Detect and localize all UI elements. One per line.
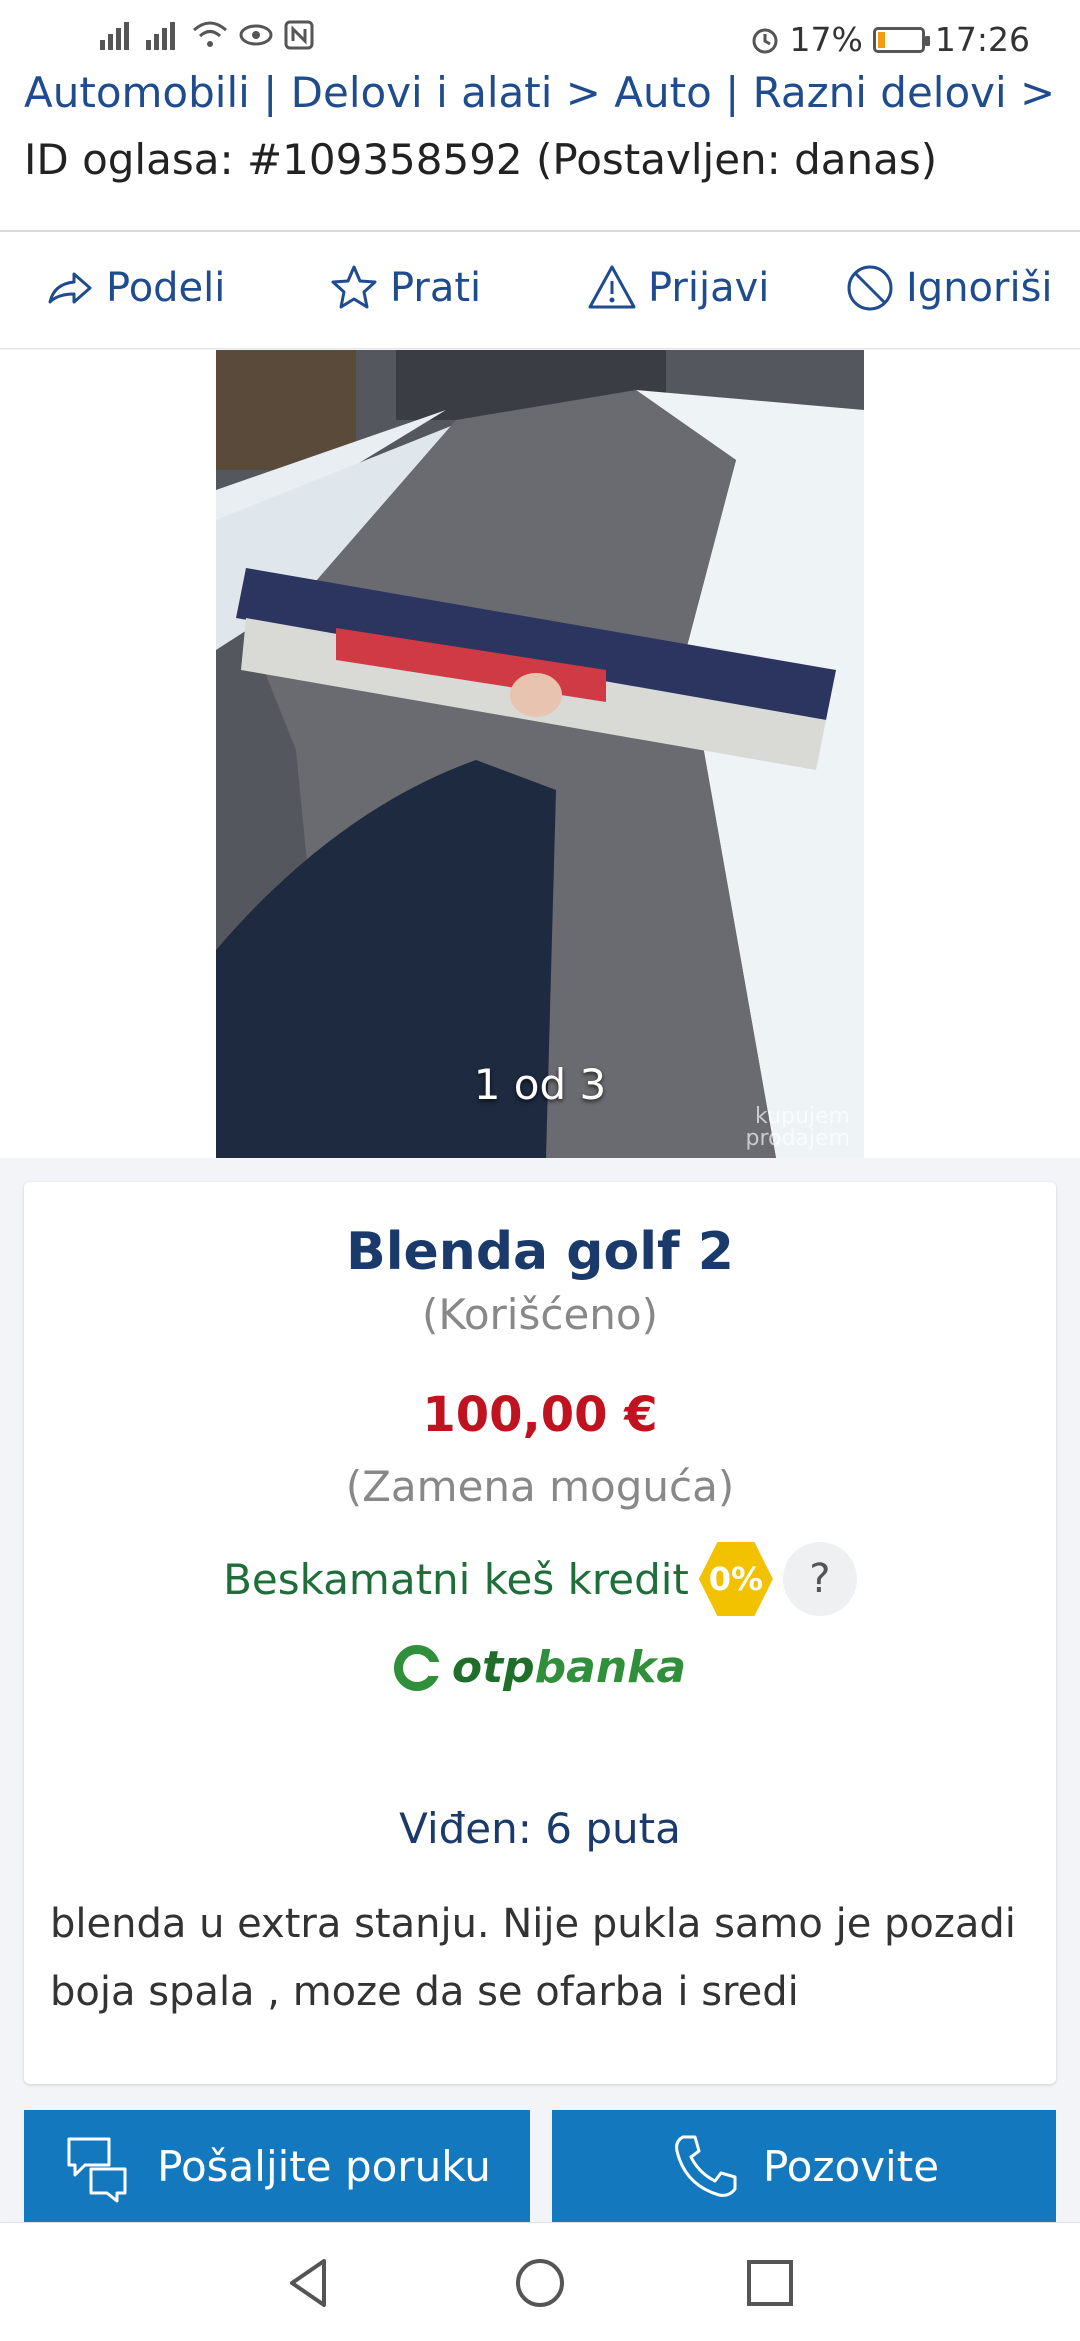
share-icon [48, 272, 92, 304]
clock: 17:26 [934, 20, 1030, 59]
warning-icon [588, 265, 636, 309]
nfc-icon [284, 20, 314, 50]
alarm-icon [752, 28, 778, 53]
follow-label: Prati [390, 265, 482, 311]
status-icons-left [100, 20, 314, 50]
ad-id: ID oglasa: #109358592 (Postavljen: danas… [24, 135, 938, 184]
wifi-icon [193, 21, 227, 47]
photo-counter: 1 od 3 [473, 1060, 607, 1109]
credit-offer[interactable]: Beskamatni keš kredit 0% ? [24, 1542, 1056, 1616]
exchange-note: (Zamena moguća) [345, 1462, 735, 1511]
signal-icon [146, 22, 175, 50]
report-button[interactable]: Prijavi [586, 262, 769, 314]
credit-text[interactable]: Beskamatni keš kredit [223, 1555, 689, 1604]
send-message-button[interactable]: Pošaljite poruku [24, 2110, 530, 2222]
share-button[interactable]: Podeli [44, 262, 225, 314]
block-icon [847, 265, 893, 311]
otp-bank-logo[interactable]: otpbanka [24, 1642, 1056, 1693]
otp-logo-icon [393, 1644, 443, 1691]
ignore-button[interactable]: Ignoriši [844, 262, 1053, 314]
breadcrumb[interactable]: Automobili | Delovi i alati > Auto | Raz… [24, 68, 1055, 117]
zero-percent-badge: 0% [698, 1542, 773, 1616]
action-bar: Podeli Prati Prijavi Ignoriši [0, 232, 1080, 349]
home-icon[interactable] [512, 2255, 568, 2311]
signal-icon [100, 22, 129, 50]
listing-photo[interactable]: 1 od 3 kupujem prodajem [216, 350, 864, 1158]
recent-apps-icon[interactable] [742, 2255, 798, 2311]
listing-price: 100,00 € [422, 1387, 658, 1443]
system-nav-bar [0, 2222, 1080, 2341]
report-label: Prijavi [648, 265, 770, 311]
ignore-label: Ignoriši [906, 265, 1053, 311]
status-icons-right: 17% 17:26 [750, 20, 1030, 59]
call-label: Pozovite [762, 2141, 940, 2191]
star-icon [331, 265, 377, 309]
breadcrumb-area: Automobili | Delovi i alati > Auto | Raz… [0, 68, 1080, 232]
follow-button[interactable]: Prati [328, 262, 481, 314]
help-button[interactable]: ? [782, 1542, 857, 1616]
eye-icon [239, 24, 273, 46]
listing-condition: (Korišćeno) [422, 1290, 658, 1339]
listing-card: Blenda golf 2 (Korišćeno) 100,00 € (Zame… [24, 1182, 1056, 2084]
listing-title: Blenda golf 2 [346, 1222, 734, 1282]
listing-description: blenda u extra stanju. Nije pukla samo j… [50, 1901, 1016, 2015]
battery-icon [872, 26, 930, 53]
chat-icon [67, 2137, 127, 2203]
call-button[interactable]: Pozovite [552, 2110, 1056, 2222]
battery-percent: 17% [789, 20, 863, 59]
watermark: kupujem prodajem [745, 1104, 850, 1151]
send-message-label: Pošaljite poruku [157, 2141, 491, 2191]
photo-illustration [216, 350, 864, 1158]
back-icon[interactable] [282, 2255, 338, 2311]
share-label: Podeli [106, 265, 226, 311]
view-count: Viđen: 6 puta [399, 1804, 681, 1853]
phone-icon [675, 2135, 737, 2197]
photo-gallery: 1 od 3 kupujem prodajem [0, 350, 1080, 1158]
